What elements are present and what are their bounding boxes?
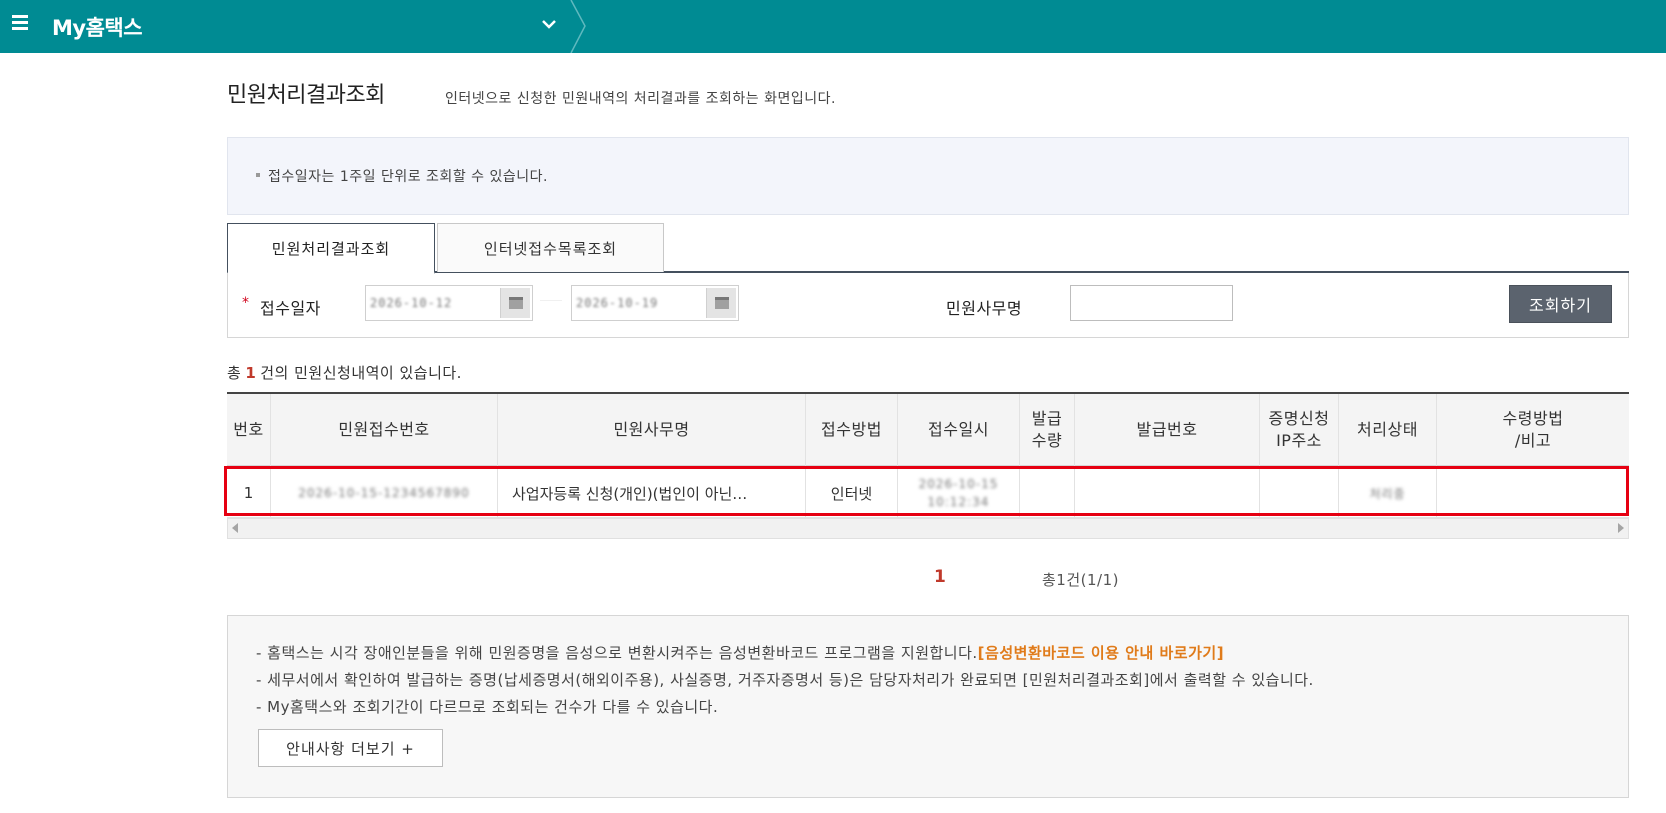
table-row[interactable]: 1 2026-10-15-1234567890 사업자등록 신청(개인)(법인이… (227, 468, 1629, 518)
page-total: 총1건(1/1) (1042, 571, 1119, 589)
cell-method: 인터넷 (806, 468, 898, 518)
tab-internet-receipt-list[interactable]: 인터넷접수목록조회 (437, 223, 664, 272)
status-text: 처리중 (1369, 486, 1406, 501)
guide-box: - 홈택스는 시각 장애인분들을 위해 민원증명을 음성으로 변환시켜주는 음성… (227, 615, 1629, 798)
page-number-current[interactable]: 1 (934, 567, 946, 587)
cell-office-name[interactable]: 사업자등록 신청(개인)(법인이 아닌… (498, 468, 806, 518)
scroll-left-icon[interactable] (232, 523, 238, 533)
horizontal-scrollbar[interactable] (227, 518, 1629, 539)
cell-ip (1260, 468, 1339, 518)
result-summary: 총 1 건의 민원신청내역이 있습니다. (227, 362, 462, 383)
date-from-input[interactable] (370, 290, 498, 316)
col-header-office-name: 민원사무명 (498, 394, 806, 466)
notice-box: 접수일자는 1주일 단위로 조회할 수 있습니다. (227, 137, 1629, 215)
col-header-receipt-no: 민원접수번호 (271, 394, 498, 466)
brand-title[interactable]: My홈택스 (52, 12, 143, 42)
table-header: 번호 민원접수번호 민원사무명 접수방법 접수일시 발급 수량 발급번호 증명신… (227, 394, 1629, 466)
date-to-field (571, 285, 739, 321)
col-header-no: 번호 (227, 394, 271, 466)
tab-bar: 민원처리결과조회 인터넷접수목록조회 (227, 223, 1629, 274)
calendar-icon[interactable] (706, 288, 736, 318)
summary-suffix: 건의 민원신청내역이 있습니다. (260, 364, 462, 382)
hamburger-menu-icon[interactable] (12, 15, 28, 30)
cell-no: 1 (227, 468, 271, 518)
notice-text: 접수일자는 1주일 단위로 조회할 수 있습니다. (256, 166, 548, 186)
col-header-issue-no: 발급번호 (1075, 394, 1260, 466)
date-from-field (365, 285, 533, 321)
more-info-button[interactable]: 안내사항 더보기 + (258, 729, 443, 767)
voice-barcode-link[interactable]: [음성변환바코드 이용 안내 바로가기] (978, 644, 1224, 662)
date-range-separator (540, 300, 562, 301)
datetime-time: 10:12:34 (927, 495, 990, 509)
col-header-remarks: 수령방법 /비고 (1502, 409, 1564, 450)
summary-prefix: 총 (227, 364, 242, 382)
cell-datetime: 2026-10-15 10:12:34 (898, 468, 1020, 518)
result-count: 1 (245, 364, 257, 382)
cell-receipt-no[interactable]: 2026-10-15-1234567890 (271, 468, 498, 518)
guide-line-2: - 세무서에서 확인하여 발급하는 증명(납세증명서(해외이주용), 사실증명,… (256, 671, 1314, 689)
tab-result-inquiry[interactable]: 민원처리결과조회 (227, 223, 435, 274)
col-header-method: 접수방법 (806, 394, 898, 466)
cell-issue-no (1075, 468, 1260, 518)
guide-line-1: - 홈택스는 시각 장애인분들을 위해 민원증명을 음성으로 변환시켜주는 음성… (256, 642, 1224, 663)
required-mark: * (242, 295, 249, 311)
search-button[interactable]: 조회하기 (1509, 285, 1612, 323)
col-header-ip: 증명신청 IP주소 (1260, 394, 1339, 466)
cell-status[interactable]: 처리중 (1339, 468, 1437, 518)
top-navigation-bar: My홈택스 (0, 0, 1666, 53)
office-name-label: 민원사무명 (946, 299, 1023, 318)
guide-line-3: - My홈택스와 조회기간이 다르므로 조회되는 건수가 다를 수 있습니다. (256, 698, 719, 716)
col-header-status: 처리상태 (1339, 394, 1437, 466)
page-title: 민원처리결과조회 (227, 83, 385, 108)
col-header-datetime: 접수일시 (898, 394, 1020, 466)
scroll-right-icon[interactable] (1618, 523, 1624, 533)
date-to-input[interactable] (576, 290, 704, 316)
cell-issue-qty (1020, 468, 1075, 518)
result-table: 번호 민원접수번호 민원사무명 접수방법 접수일시 발급 수량 발급번호 증명신… (224, 392, 1629, 539)
datetime-date: 2026-10-15 (918, 477, 999, 491)
date-label: 접수일자 (260, 299, 321, 318)
calendar-icon[interactable] (500, 288, 530, 318)
col-header-issue-qty: 발급 수량 (1020, 394, 1075, 466)
cell-remarks (1437, 468, 1629, 518)
search-panel: * 접수일자 민원사무명 조회하기 (227, 273, 1629, 338)
office-name-input[interactable] (1070, 285, 1233, 321)
receipt-no-text: 2026-10-15-1234567890 (298, 486, 470, 500)
guide-line-1-text: - 홈택스는 시각 장애인분들을 위해 민원증명을 음성으로 변환시켜주는 음성… (256, 644, 978, 662)
chevron-down-icon[interactable] (538, 10, 560, 40)
breadcrumb-separator-icon (570, 0, 586, 53)
page-description: 인터넷으로 신청한 민원내역의 처리결과를 조회하는 화면입니다. (445, 91, 836, 107)
